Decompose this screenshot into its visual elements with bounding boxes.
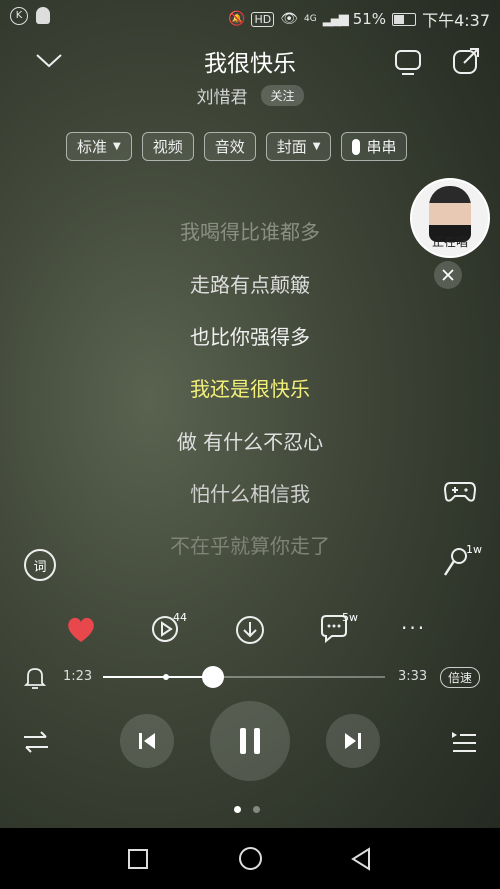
artist-row: 刘惜君 关注 [0,83,500,108]
mute-icon: 🔕 [228,11,246,27]
progress-thumb[interactable] [201,666,224,688]
download-button[interactable] [234,614,266,646]
video-button[interactable]: 视频 [141,132,194,161]
more-button[interactable]: ··· [401,616,437,640]
effect-label: 音效 [214,138,245,156]
chuan-toggle[interactable]: 串串 [341,132,408,161]
microphone-icon [443,548,467,576]
effect-button[interactable]: 音效 [203,132,256,161]
buffer-dot [163,674,169,680]
page-indicator [234,806,260,813]
quality-label: 标准 [77,138,108,156]
bell-icon [23,668,47,689]
share-icon [453,48,479,74]
download-icon [236,616,264,644]
pause-icon [240,728,260,754]
comments-button[interactable]: 5w [318,611,360,646]
playlist-button[interactable] [451,730,477,754]
speed-button[interactable]: 倍速 [440,667,481,688]
gamepad-icon [443,482,477,502]
song-title: 我很快乐 [204,51,296,77]
toggle-pill-icon [352,138,361,155]
k-icon: K [10,7,28,25]
network-label: 4G [304,14,317,24]
quality-dropdown[interactable]: 标准 ▼ [66,132,132,161]
alarm-button[interactable] [23,666,47,690]
skip-next-icon [345,733,361,749]
progress-bar[interactable] [103,666,385,688]
hd-icon: HD [251,11,275,27]
lyric-line: 我喝得比谁都多 [180,220,320,244]
next-button[interactable] [326,714,380,768]
mv-button[interactable]: 44 [150,611,190,646]
lyric-line: 怕什么相信我 [190,482,310,506]
current-time: 1:23 [63,669,93,684]
qq-icon [36,7,50,24]
lyric-line: 不在乎就算你走了 [170,534,330,558]
chuan-label: 串串 [366,138,397,156]
lyric-line: 走路有点颠簸 [190,273,310,297]
play-mode-button[interactable] [22,729,50,755]
shuffle-icon [24,731,48,753]
recent-apps-button[interactable] [128,849,148,869]
video-label: 视频 [152,138,183,156]
signal-icon: ▂▄▆ [322,11,349,27]
lyrics-poster-button[interactable]: 词 [24,549,56,581]
caret-down-icon: ▼ [312,141,321,152]
screen-cast-button[interactable] [393,47,423,77]
status-bar: K 🔕 HD 👁 4G ▂▄▆ 51% 下午4:37 [0,0,500,34]
cover-dropdown[interactable]: 封面 ▼ [265,132,332,161]
heart-icon [68,617,94,642]
comment-count: 5w [342,611,358,624]
share-button[interactable] [451,46,481,76]
like-button[interactable] [66,616,96,644]
pause-button[interactable] [210,701,290,781]
tv-icon [395,50,421,75]
mic-count: 1w [466,543,482,556]
lyric-line: 做 有什么不忍心 [176,430,324,454]
playlist-icon [452,732,476,752]
follow-button[interactable]: 关注 [261,85,304,106]
battery-percent: 51% [352,10,387,28]
system-nav-bar [0,828,500,889]
home-button[interactable] [239,847,262,870]
cover-label: 封面 [276,138,307,156]
back-button[interactable] [350,847,372,871]
back-triangle-icon [351,847,370,871]
clock: 下午4:37 [422,11,490,30]
total-time: 3:33 [398,669,428,684]
current-lyric-line: 我还是很快乐 [190,377,310,401]
game-button[interactable] [443,477,477,505]
options-row: 标准 ▼ 视频 音效 封面 ▼ 串串 [66,132,408,161]
page-dot-active [234,806,241,813]
video-count: 44 [173,611,187,624]
skip-previous-icon [139,733,155,749]
page-dot [253,806,260,813]
progress-played [103,676,213,678]
battery-icon [392,12,417,26]
artist-name[interactable]: 刘惜君 [196,83,247,108]
lyrics-btn-label: 词 [33,559,47,575]
caret-down-icon: ▼ [113,141,121,152]
karaoke-mic-button[interactable]: 1w [442,543,482,581]
lyric-line: 也比你强得多 [190,325,310,349]
previous-button[interactable] [120,714,174,768]
eye-icon: 👁 [280,11,299,27]
